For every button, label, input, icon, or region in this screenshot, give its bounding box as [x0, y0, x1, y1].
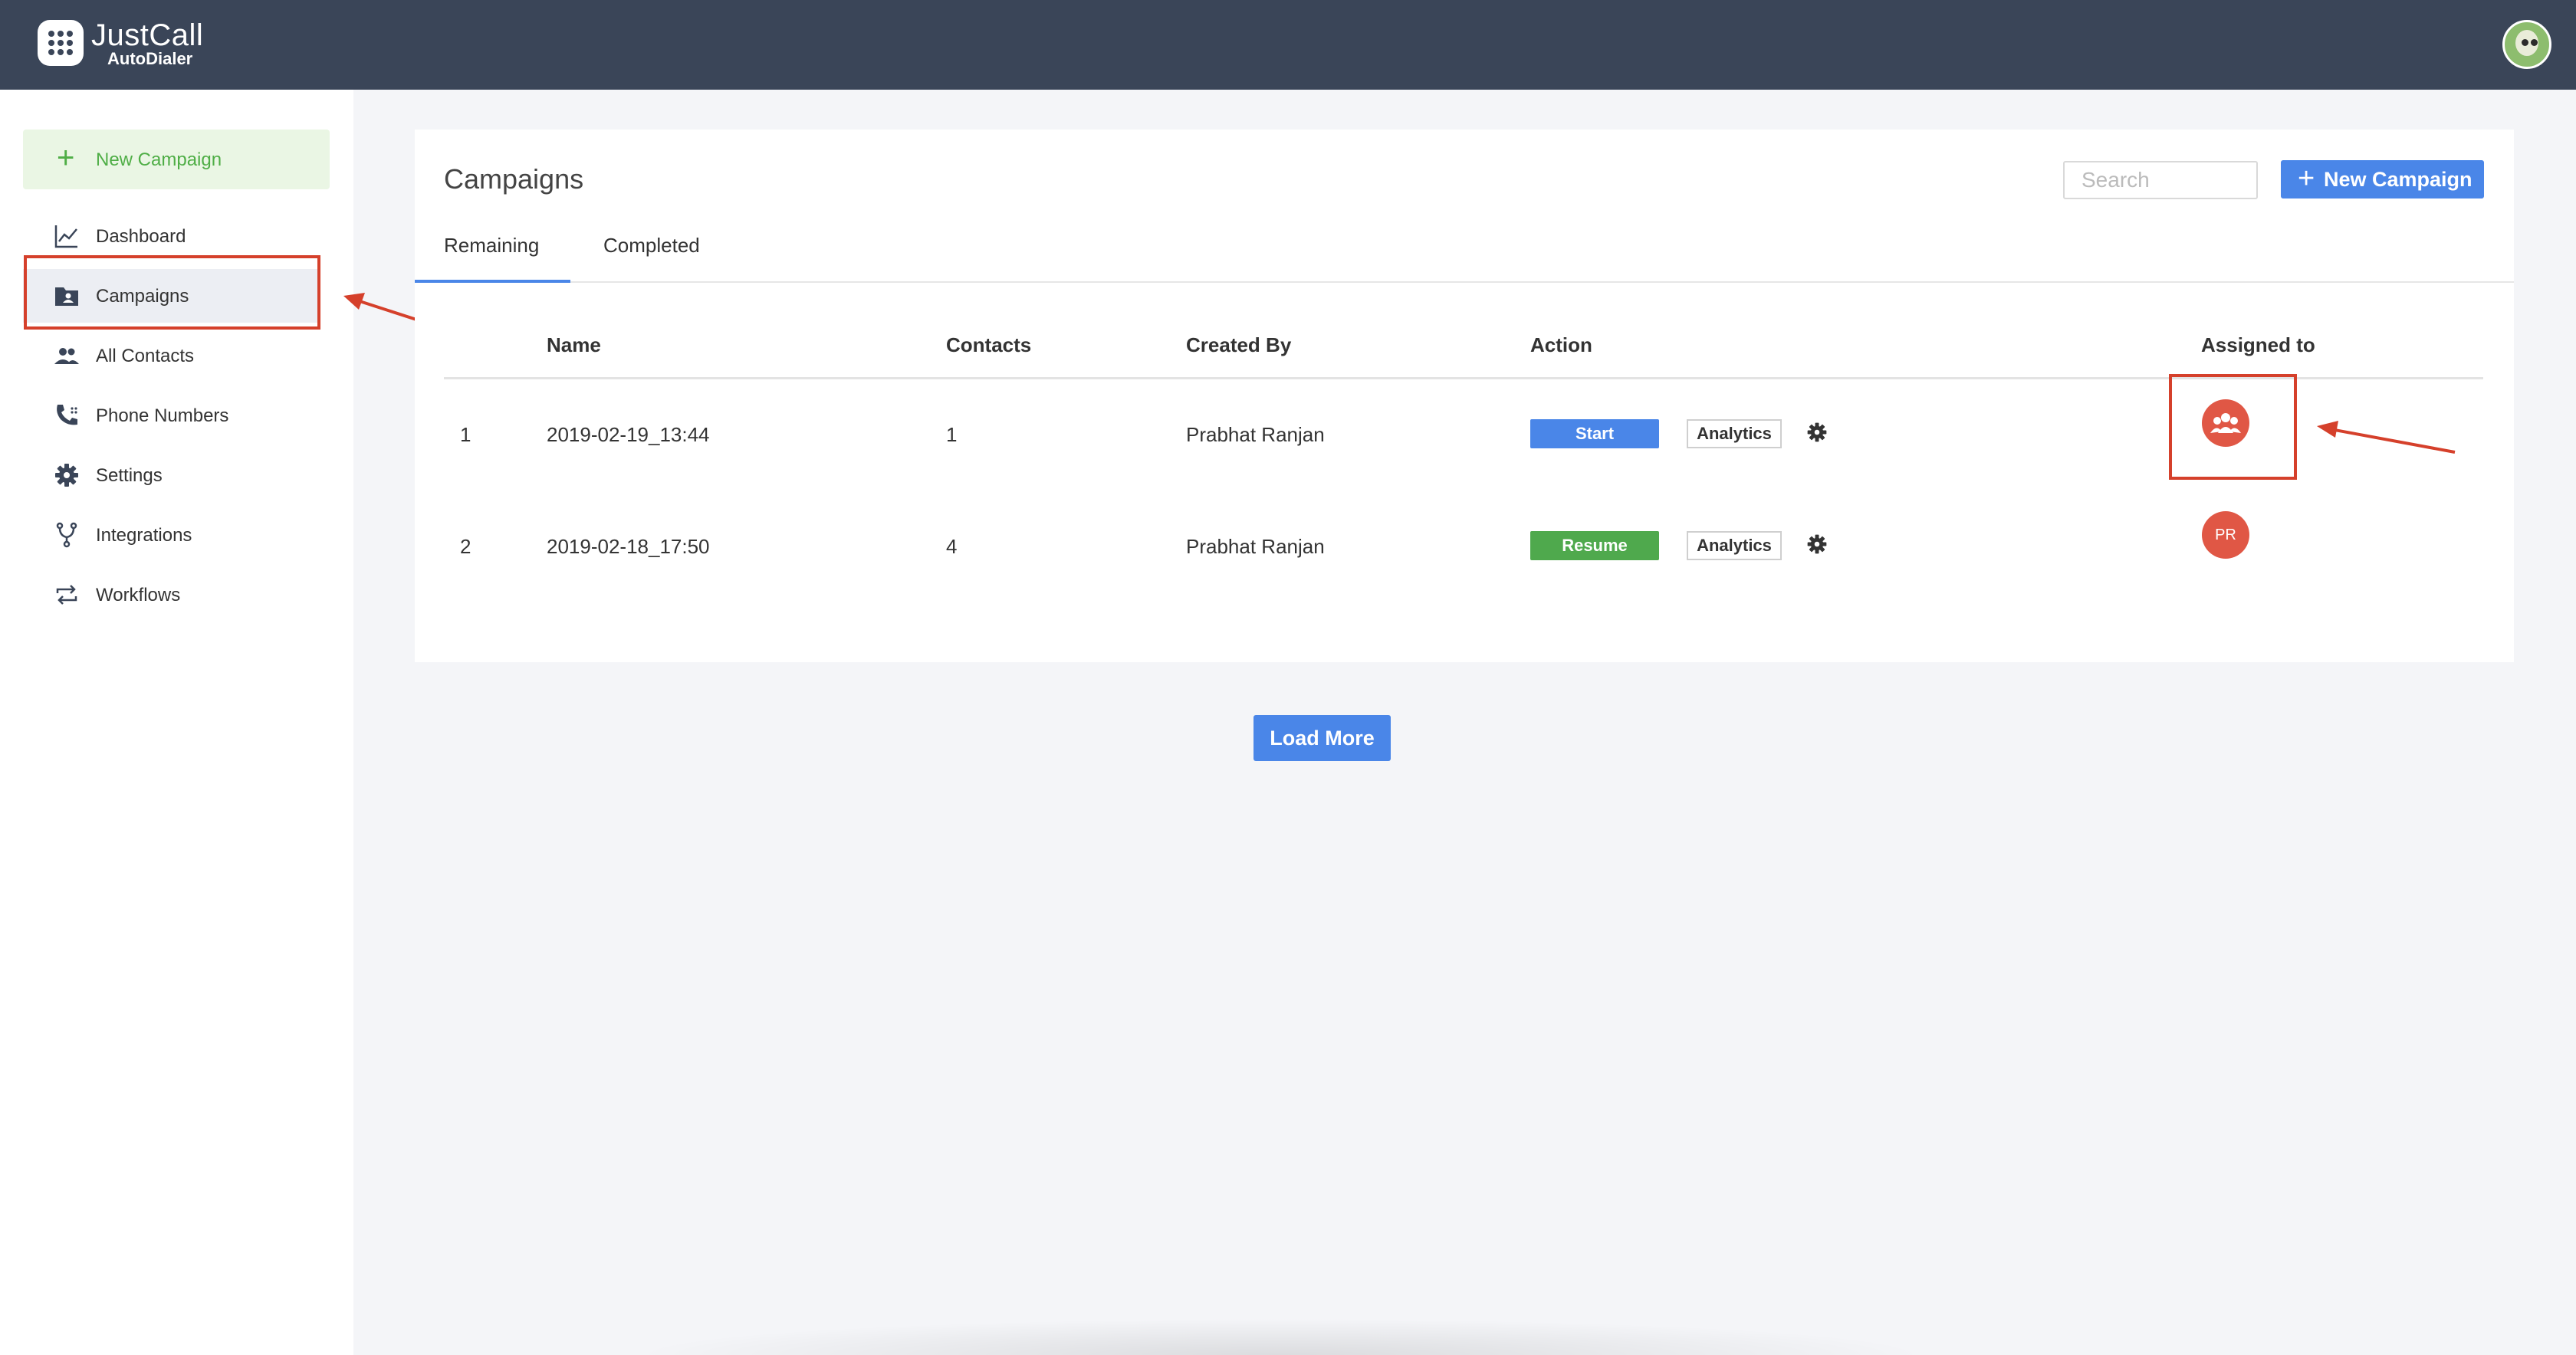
- campaign-name[interactable]: 2019-02-18_17:50: [547, 535, 710, 559]
- sidebar-item-integrations[interactable]: Integrations: [23, 508, 318, 562]
- sidebar-new-campaign-button[interactable]: + New Campaign: [23, 130, 330, 189]
- campaign-name[interactable]: 2019-02-19_13:44: [547, 423, 710, 447]
- tab-completed[interactable]: Completed: [603, 234, 700, 258]
- column-header-assigned-to: Assigned to: [2201, 333, 2315, 356]
- column-header-name: Name: [547, 333, 601, 356]
- assignee-avatar[interactable]: PR: [2202, 511, 2249, 559]
- gear-icon[interactable]: [1806, 422, 1828, 443]
- sidebar-item-all-contacts[interactable]: All Contacts: [23, 329, 318, 382]
- sidebar-item-label: Workflows: [96, 585, 181, 605]
- plus-icon: +: [57, 141, 75, 175]
- sidebar-item-label: Integrations: [96, 525, 192, 546]
- sidebar-item-label: Settings: [96, 465, 163, 486]
- new-campaign-button[interactable]: + New Campaign: [2281, 160, 2484, 198]
- active-tab-indicator: [415, 280, 570, 283]
- row-index: 2: [460, 535, 472, 558]
- start-button[interactable]: Start: [1530, 419, 1659, 448]
- people-icon: [54, 348, 79, 364]
- sidebar-item-label: Dashboard: [96, 226, 186, 247]
- bottom-shadow: [629, 1318, 1932, 1355]
- annotation-highlight-box: [2169, 374, 2297, 480]
- gear-icon: [55, 464, 78, 487]
- app-name: JustCall: [91, 18, 204, 52]
- analytics-button[interactable]: Analytics: [1687, 531, 1782, 560]
- annotation-arrow-icon: [2317, 421, 2456, 454]
- resume-button[interactable]: Resume: [1530, 531, 1659, 560]
- created-by: Prabhat Ranjan: [1186, 423, 1325, 446]
- tab-divider: [415, 281, 2514, 283]
- plus-icon: +: [2298, 162, 2315, 195]
- phone-icon: [57, 405, 77, 425]
- annotation-highlight-box: [24, 255, 320, 330]
- chart-line-icon: [54, 225, 77, 248]
- contacts-count: 1: [946, 423, 958, 446]
- column-header-contacts: Contacts: [946, 333, 1032, 356]
- justcall-logo-icon[interactable]: [38, 20, 84, 66]
- repeat-icon: [56, 585, 77, 605]
- sidebar-item-phone-numbers[interactable]: Phone Numbers: [23, 389, 318, 442]
- load-more-button[interactable]: Load More: [1254, 715, 1391, 761]
- column-header-action: Action: [1530, 333, 1592, 356]
- sidebar-item-workflows[interactable]: Workflows: [23, 568, 318, 622]
- top-bar: JustCall AutoDialer: [0, 0, 2576, 90]
- sidebar-item-label: Phone Numbers: [96, 405, 229, 426]
- row-index: 1: [460, 423, 472, 446]
- fork-icon: [56, 522, 77, 548]
- sidebar-item-label: All Contacts: [96, 346, 195, 366]
- gear-icon[interactable]: [1806, 533, 1828, 555]
- page-title: Campaigns: [444, 163, 584, 195]
- analytics-button[interactable]: Analytics: [1687, 419, 1782, 448]
- app-subtitle: AutoDialer: [107, 49, 193, 68]
- contacts-count: 4: [946, 535, 958, 558]
- created-by: Prabhat Ranjan: [1186, 535, 1325, 558]
- tab-remaining[interactable]: Remaining: [444, 234, 539, 258]
- column-header-created-by: Created By: [1186, 333, 1292, 356]
- search-input[interactable]: Search: [2063, 161, 2258, 199]
- user-avatar[interactable]: [2502, 20, 2551, 69]
- sidebar-item-settings[interactable]: Settings: [23, 448, 318, 502]
